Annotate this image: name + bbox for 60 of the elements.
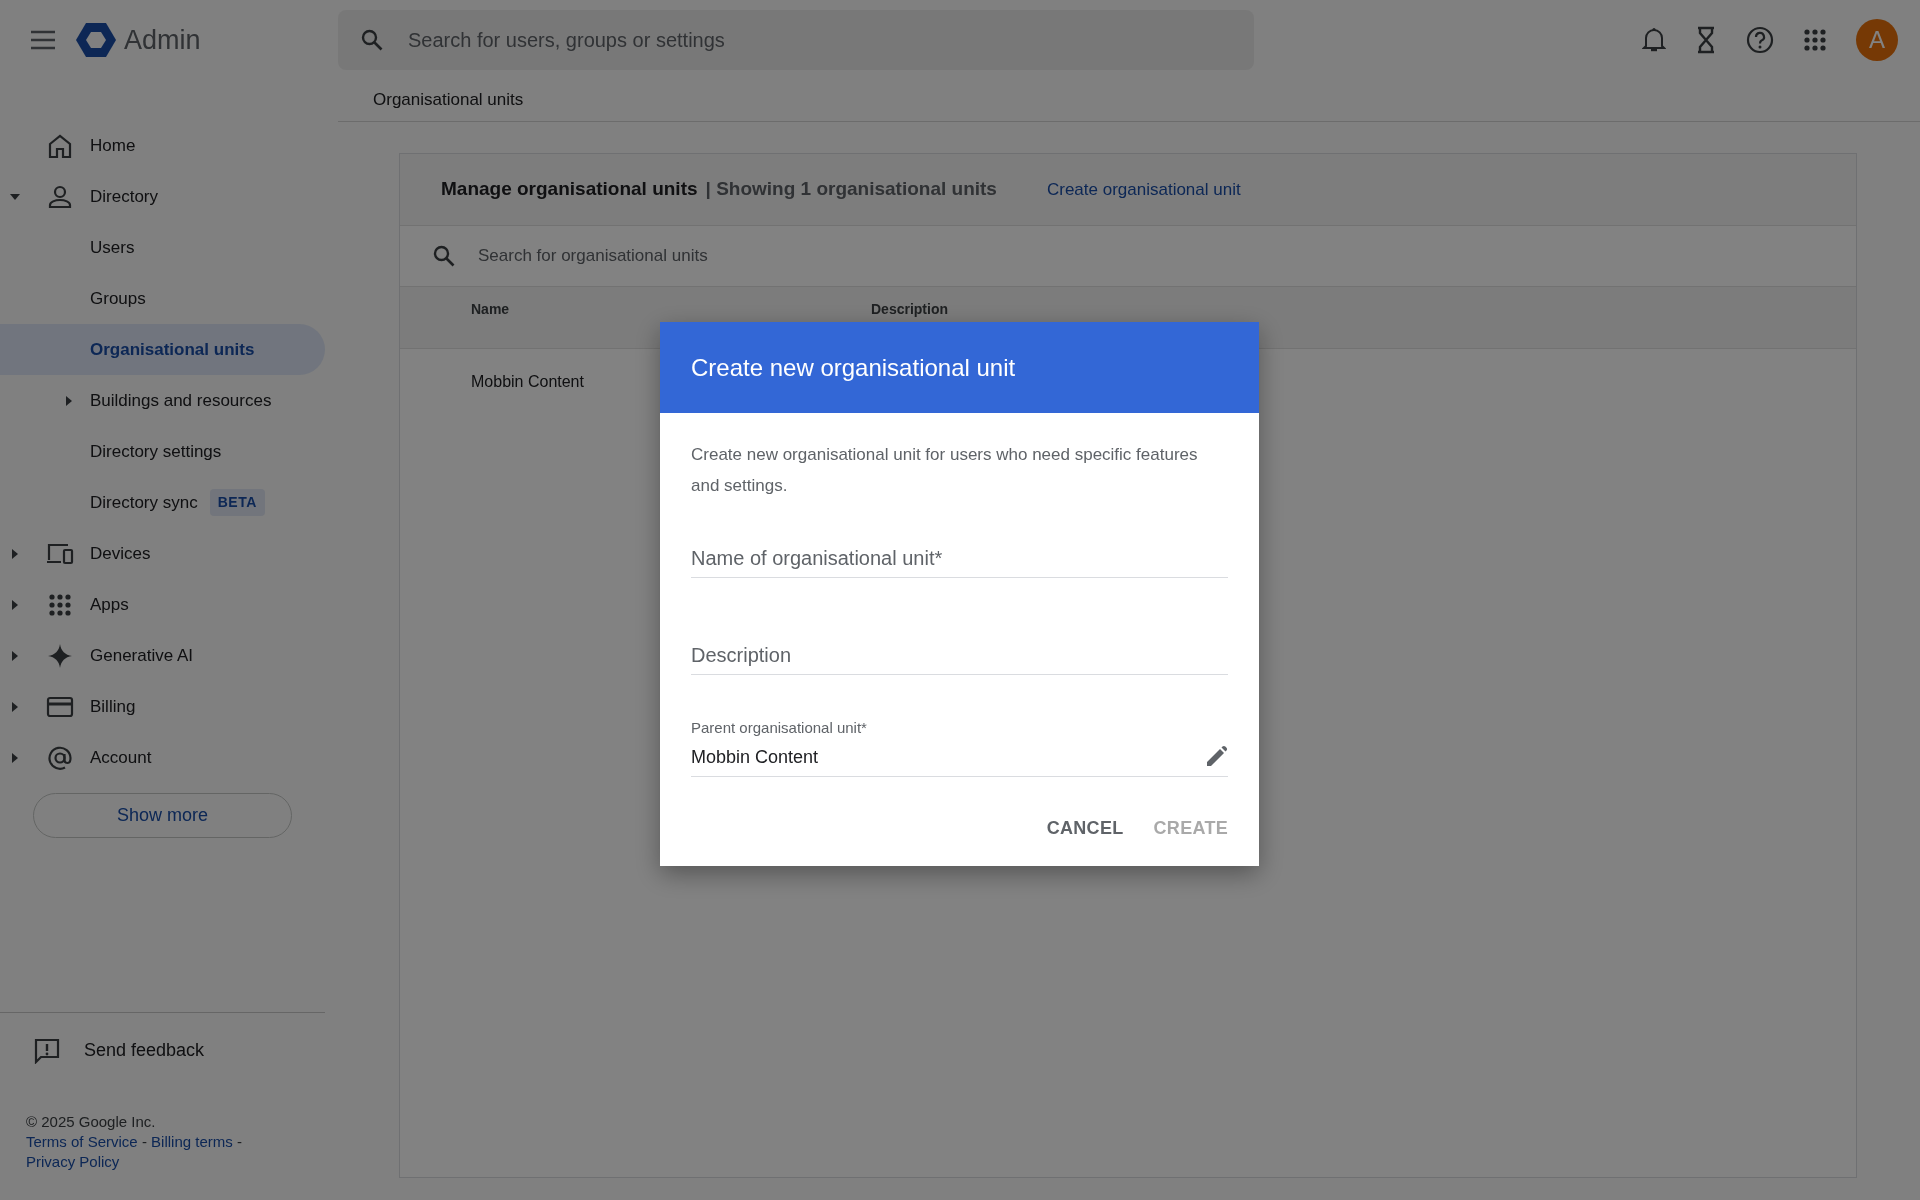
feedback-icon[interactable]: [34, 1037, 60, 1064]
field-label: Parent organisational unit*: [691, 718, 867, 738]
dialog-button[interactable]: CANCEL: [1046, 814, 1124, 842]
footer-link[interactable]: Billing terms: [151, 1133, 233, 1150]
sidebar-item[interactable]: Home: [0, 120, 325, 171]
sidebar-item[interactable]: Directory settings: [0, 426, 325, 477]
person-icon: [47, 183, 73, 210]
separator-text: -: [141, 1133, 147, 1150]
column-header: Name: [471, 301, 510, 319]
apps-grid-icon[interactable]: [1804, 29, 1826, 51]
sidebar-item[interactable]: Apps: [0, 579, 325, 630]
sidebar-item[interactable]: Users: [0, 222, 325, 273]
caret-right-icon: [10, 650, 20, 661]
sidebar-item[interactable]: Buildings and resources: [0, 375, 325, 426]
sidebar-item[interactable]: Generative AI: [0, 630, 325, 681]
caret-right-icon: [64, 395, 74, 406]
sidebar-item[interactable]: Account: [0, 732, 325, 783]
credit-card-icon: [46, 695, 74, 718]
caret-down-icon: [10, 191, 20, 202]
search-field[interactable]: Search for users, groups or settings: [406, 24, 1254, 56]
unit-search-field[interactable]: Search for organisational units: [476, 242, 1856, 270]
search-bar[interactable]: Search for users, groups or settings: [338, 10, 1254, 70]
table-cell: Mobbin Content: [471, 372, 584, 390]
footer-link[interactable]: Terms of Service: [26, 1133, 138, 1150]
search-icon: [360, 28, 384, 52]
hourglass-icon[interactable]: [1696, 26, 1716, 54]
separator-text: -: [236, 1133, 242, 1150]
caret-right-icon: [10, 599, 20, 610]
parent-unit-field[interactable]: Mobbin Content: [691, 743, 1228, 777]
dialog-title: Create new organisational unit: [691, 352, 1016, 383]
at-sign-icon: [47, 744, 73, 771]
sidebar-item-label[interactable]: Directory sync: [90, 489, 198, 516]
devices-icon: [46, 541, 74, 566]
apps-grid-icon: [48, 592, 72, 617]
footer-link[interactable]: Privacy Policy: [26, 1153, 120, 1170]
card-subtitle: | Showing 1 organisational units: [705, 177, 997, 202]
bell-icon[interactable]: [1642, 27, 1666, 53]
caret-right-icon: [10, 701, 20, 712]
column-header: Description: [871, 301, 948, 319]
caret-right-icon: [10, 548, 20, 559]
home-icon: [47, 132, 73, 159]
beta-badge: BETA: [209, 489, 265, 516]
sidebar-item[interactable]: Devices: [0, 528, 325, 579]
hexagon-logo-icon: [76, 22, 116, 58]
copyright-text: © 2025 Google Inc.: [26, 1112, 157, 1132]
card-title: Manage organisational units: [441, 177, 698, 202]
sidebar-item[interactable]: Organisational units: [0, 324, 325, 375]
help-icon[interactable]: [1746, 26, 1774, 54]
sidebar-item[interactable]: Groups: [0, 273, 325, 324]
breadcrumb: Organisational units: [373, 88, 524, 111]
menu-icon[interactable]: [30, 30, 56, 50]
dialog-text: Create new organisational unit for users who need specific features and settings.: [691, 444, 1199, 497]
sidebar-item[interactable]: Directory: [0, 171, 325, 222]
caret-right-icon: [10, 752, 20, 763]
create-unit-link[interactable]: Create organisational unit: [1046, 176, 1241, 203]
sidebar-item[interactable]: Billing: [0, 681, 325, 732]
app-title: Admin: [124, 23, 201, 57]
search-icon: [432, 244, 456, 268]
send-feedback-link[interactable]: Send feedback: [84, 1037, 205, 1064]
pencil-icon: [1204, 745, 1228, 769]
